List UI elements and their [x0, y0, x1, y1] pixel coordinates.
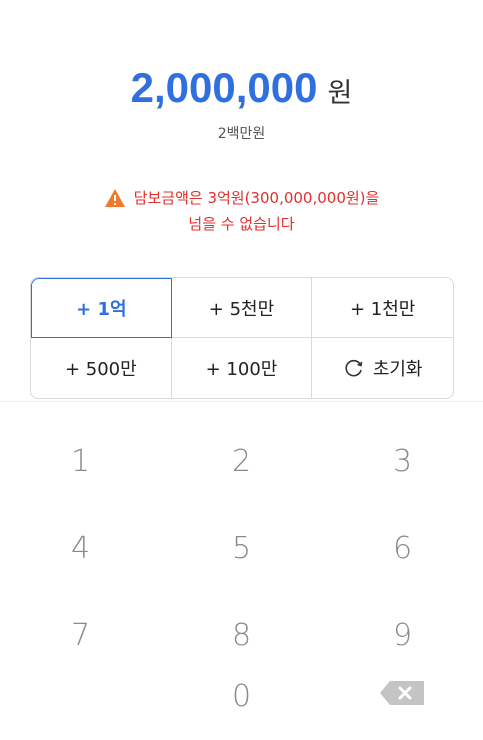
amount-row: 2,000,000 원 — [0, 64, 483, 112]
add-50m-button[interactable]: + 5천만 — [171, 278, 313, 338]
add-100m-label: + 1억 — [76, 299, 127, 320]
key-8[interactable]: 8 — [161, 592, 322, 679]
add-50m-label: + 5천만 — [208, 298, 275, 320]
add-5m-button[interactable]: + 500만 — [31, 338, 172, 398]
add-100m-button[interactable]: + 1억 — [31, 278, 172, 338]
key-3[interactable]: 3 — [322, 418, 483, 505]
add-1m-label: + 100만 — [205, 359, 278, 380]
key-5[interactable]: 5 — [161, 505, 322, 592]
refresh-icon — [343, 357, 365, 379]
add-10m-button[interactable]: + 1천만 — [312, 278, 453, 338]
warning-icon — [104, 188, 126, 208]
reset-label: 초기화 — [372, 359, 423, 380]
key-7[interactable]: 7 — [0, 592, 161, 679]
add-10m-label: + 1천만 — [349, 298, 416, 320]
key-6[interactable]: 6 — [322, 505, 483, 592]
amount-value: 2,000,000 — [130, 64, 318, 111]
quick-amount-grid: + 1억 + 5천만 + 1천만 + 500만 + 100만 초기화 — [30, 277, 454, 399]
warning-line-2: 넘을 수 없습니다 — [188, 215, 295, 233]
key-9[interactable]: 9 — [322, 592, 483, 679]
amount-unit: 원 — [327, 78, 353, 109]
key-4[interactable]: 4 — [0, 505, 161, 592]
warning-line-1: 담보금액은 3억원(300,000,000원)을 — [133, 189, 380, 207]
key-0[interactable]: 0 — [161, 679, 322, 740]
add-5m-label: + 500만 — [64, 359, 137, 380]
warning-message: 담보금액은 3억원(300,000,000원)을 넘을 수 없습니다 — [0, 185, 483, 237]
key-2[interactable]: 2 — [161, 418, 322, 505]
reset-button[interactable]: 초기화 — [312, 338, 453, 398]
divider — [0, 401, 483, 402]
amount-korean-text: 2백만원 — [217, 126, 266, 142]
key-1[interactable]: 1 — [0, 418, 161, 505]
backspace-button[interactable] — [322, 679, 483, 740]
add-1m-button[interactable]: + 100만 — [172, 338, 313, 398]
numeric-keypad: 1 2 3 4 5 6 7 8 9 0 — [0, 418, 483, 740]
backspace-icon — [378, 679, 428, 707]
